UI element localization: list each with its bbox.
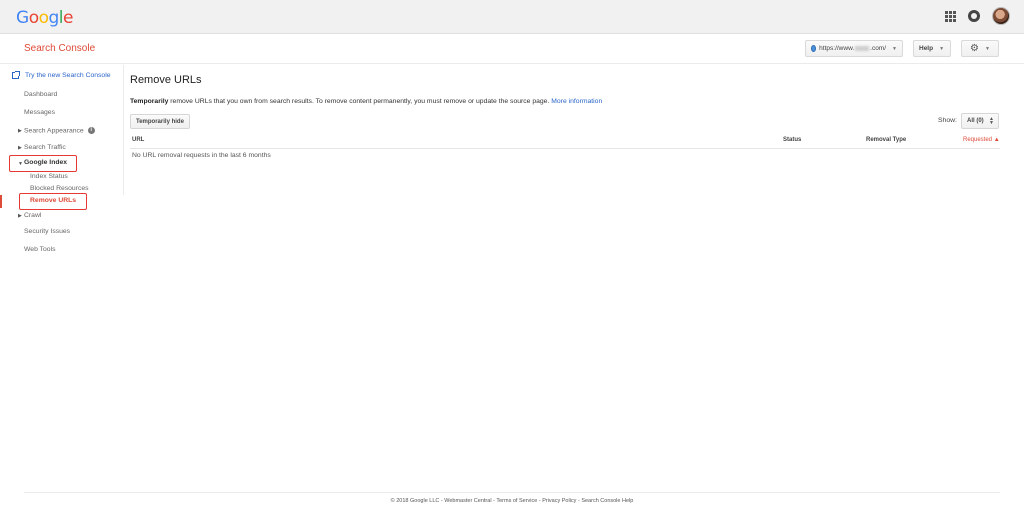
- footer-link-help[interactable]: Search Console Help: [581, 498, 633, 504]
- account-avatar[interactable]: [992, 7, 1010, 25]
- apps-icon[interactable]: [945, 10, 956, 22]
- settings-button[interactable]: ⚙ ▼: [961, 40, 999, 57]
- chevron-down-icon: ▼: [892, 45, 897, 52]
- temporarily-hide-button[interactable]: Temporarily hide: [130, 114, 190, 129]
- footer-copyright: © 2018 Google LLC: [390, 498, 440, 504]
- sidebar-item-web-tools[interactable]: Web Tools: [24, 246, 56, 253]
- sidebar-item-dashboard[interactable]: Dashboard: [24, 91, 57, 98]
- column-url[interactable]: URL: [132, 137, 144, 143]
- site-prefix: https://www.: [819, 45, 855, 52]
- page-description: Temporarily remove URLs that you own fro…: [130, 98, 602, 105]
- notifications-icon[interactable]: [968, 10, 980, 22]
- sidebar-item-google-index[interactable]: Google Index: [24, 159, 67, 166]
- show-label: Show:: [938, 117, 957, 124]
- page-title: Remove URLs: [130, 74, 202, 86]
- top-bar: Google: [0, 0, 1024, 34]
- header-controls: https://www. .com/ ▼ Help ▼ ⚙ ▼: [805, 40, 999, 57]
- product-header: Search Console https://www. .com/ ▼ Help…: [0, 34, 1024, 64]
- topbar-actions: [945, 7, 1010, 25]
- empty-table-message: No URL removal requests in the last 6 mo…: [132, 152, 271, 159]
- help-label: Help: [919, 45, 934, 52]
- site-selector[interactable]: https://www. .com/ ▼: [805, 40, 903, 57]
- column-removal-type[interactable]: Removal Type: [866, 137, 906, 143]
- external-link-icon: [12, 71, 20, 79]
- sidebar-item-label: Search Appearance: [24, 127, 84, 135]
- sidebar-item-messages[interactable]: Messages: [24, 109, 55, 116]
- footer-link-terms[interactable]: Terms of Service: [496, 498, 537, 504]
- column-status[interactable]: Status: [783, 137, 801, 143]
- sidebar-item-security-issues[interactable]: Security Issues: [24, 228, 70, 235]
- google-logo[interactable]: Google: [16, 8, 73, 28]
- sidebar-item-search-appearance[interactable]: Search Appearance i: [24, 127, 95, 134]
- chevron-down-icon: ▼: [985, 45, 990, 52]
- globe-icon: [811, 45, 817, 52]
- try-new-console-link[interactable]: Try the new Search Console: [12, 71, 111, 79]
- site-suffix: .com/: [870, 45, 887, 52]
- sidebar-item-search-traffic[interactable]: Search Traffic: [24, 144, 66, 151]
- gear-icon: ⚙: [970, 42, 979, 54]
- caret-right-icon: ▶: [18, 145, 22, 151]
- table-header: URL Status Removal Type Requested ▲: [130, 135, 1000, 149]
- product-title[interactable]: Search Console: [24, 43, 95, 54]
- logo-letter: o: [28, 8, 39, 28]
- site-domain-redacted: [855, 46, 870, 51]
- sidebar: Try the new Search Console Dashboard Mes…: [0, 65, 124, 195]
- desc-text: remove URLs that you own from search res…: [168, 98, 552, 105]
- footer: © 2018 Google LLC - Webmaster Central - …: [24, 492, 1000, 504]
- logo-letter: e: [63, 8, 73, 28]
- show-filter-select[interactable]: All (0) ▲ ▼: [961, 113, 999, 129]
- desc-bold: Temporarily: [130, 98, 169, 105]
- show-filter-value: All (0): [967, 118, 984, 124]
- select-arrows-icon: ▲ ▼: [989, 116, 994, 126]
- footer-link-privacy[interactable]: Privacy Policy: [542, 498, 576, 504]
- sidebar-item-crawl[interactable]: Crawl: [24, 212, 41, 219]
- caret-right-icon: ▶: [18, 213, 22, 219]
- logo-letter: o: [38, 8, 49, 28]
- info-icon[interactable]: i: [87, 127, 95, 134]
- sidebar-item-blocked-resources[interactable]: Blocked Resources: [30, 185, 89, 192]
- more-information-link[interactable]: More information: [551, 98, 602, 105]
- caret-down-icon: ▼: [18, 161, 23, 167]
- help-button[interactable]: Help ▼: [913, 40, 951, 57]
- column-requested[interactable]: Requested ▲: [963, 137, 1000, 143]
- chevron-down-icon: ▼: [939, 45, 945, 52]
- footer-link-webmaster-central[interactable]: Webmaster Central: [444, 498, 491, 504]
- logo-letter: G: [16, 8, 29, 28]
- sidebar-item-index-status[interactable]: Index Status: [30, 173, 68, 180]
- try-new-label: Try the new Search Console: [25, 72, 111, 79]
- logo-letter: g: [48, 8, 60, 28]
- sidebar-item-remove-urls[interactable]: Remove URLs: [30, 197, 76, 204]
- caret-right-icon: ▶: [18, 128, 22, 134]
- active-item-marker: [0, 195, 2, 208]
